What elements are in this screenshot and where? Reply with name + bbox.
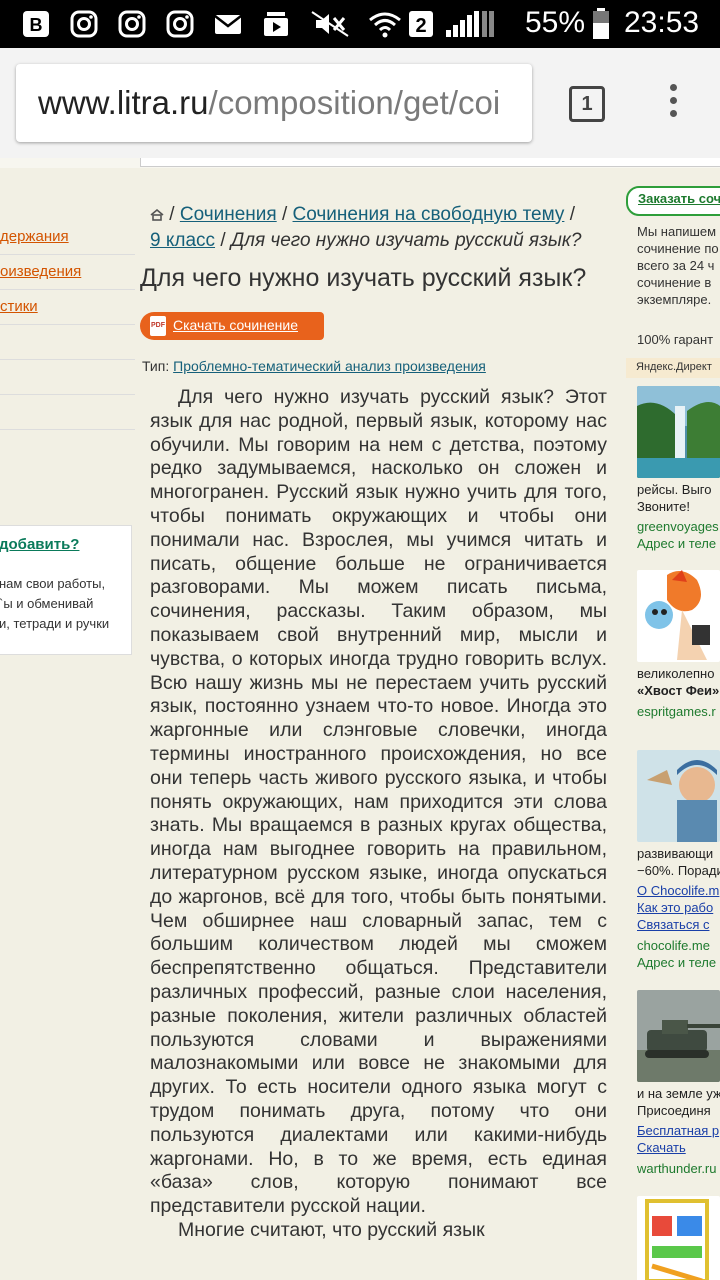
svg-text:2: 2 (415, 15, 426, 37)
ad-text: и на земле уж (637, 1086, 720, 1101)
ad-contact[interactable]: Адрес и теле (637, 536, 716, 551)
ad-domain[interactable]: greenvoyages (637, 519, 719, 534)
ad-child-image[interactable] (637, 750, 720, 842)
ad-playground-image[interactable] (637, 1196, 720, 1280)
ad-sitelink[interactable]: О Chocolife.m (637, 883, 719, 898)
ad-text: развивающи (637, 846, 714, 861)
url-host: www.litra.ru (38, 84, 209, 121)
download-essay-button[interactable]: PDF Скачать сочинение (140, 312, 324, 340)
sim-icon: 2 (409, 11, 433, 37)
promo-text: сочинение в (637, 275, 712, 290)
ad-text: рейсы. Выго (637, 482, 712, 497)
browser-toolbar: www.litra.ru/composition/get/coi 1 (0, 48, 720, 158)
url-text: www.litra.ru/composition/get/coi (38, 84, 500, 122)
promo-text: экземпляре. (637, 292, 712, 307)
guarantee-text: 100% гарант (637, 332, 714, 347)
left-nav-link[interactable]: стики (0, 290, 135, 325)
ad-sitelink[interactable]: Бесплатная р (637, 1123, 719, 1138)
mute-icon (311, 11, 349, 37)
overflow-menu-icon[interactable] (665, 84, 681, 124)
promo-text: сочинение по (637, 241, 719, 256)
ad-contact[interactable]: Адрес и теле (637, 955, 716, 970)
ad-sitelink[interactable]: Скачать (637, 1140, 686, 1155)
ad-tank-image[interactable] (637, 990, 720, 1082)
left-nav-divider (0, 360, 135, 395)
add-work-text: и, тетради и ручки (0, 616, 110, 631)
ad-domain[interactable]: espritgames.r (637, 704, 716, 719)
status-bar: В 2 55% 23:53 (0, 0, 720, 48)
yandex-direct-label: Яндекс.Директ (636, 361, 712, 373)
breadcrumb: / Сочинения / Сочинения на свободную тем… (150, 204, 582, 251)
essay-type-label: Тип: (142, 358, 170, 374)
signal-icon (446, 11, 494, 37)
instagram-icon (70, 10, 98, 38)
right-sidebar: Заказать сочи Мы напишем сочинение по вс… (626, 186, 720, 1280)
essay-type-link[interactable]: Проблемно-тематический анализ произведен… (173, 358, 486, 374)
ad-text: Присоединя (637, 1103, 711, 1118)
ad-anime-image[interactable] (637, 570, 720, 662)
pdf-icon: PDF (150, 316, 166, 336)
left-nav-link[interactable]: оизведения (0, 255, 135, 290)
media-icon (264, 12, 288, 36)
promo-text: Мы напишем (637, 224, 717, 239)
add-work-box: добавить? нам свои работы, `ы и обменива… (0, 525, 132, 655)
essay-text: Для чего нужно изучать русский язык? Это… (150, 386, 607, 1243)
tab-switcher-button[interactable]: 1 (569, 86, 605, 122)
clock: 23:53 (624, 6, 700, 39)
battery-icon (593, 8, 609, 39)
address-bar[interactable]: www.litra.ru/composition/get/coi (16, 64, 532, 142)
header-search-box[interactable] (140, 158, 720, 167)
ad-sitelink[interactable]: Связаться с (637, 917, 709, 932)
ad-domain[interactable]: chocolife.me (637, 938, 710, 953)
web-page: держания оизведения стики добавить? нам … (0, 158, 720, 1280)
mail-icon (214, 15, 242, 34)
add-work-link[interactable]: добавить? (0, 536, 79, 553)
left-nav-divider (0, 325, 135, 360)
breadcrumb-current: Для чего нужно изучать русский язык? (230, 230, 582, 251)
yandex-direct-header[interactable]: Яндекс.Директ (626, 358, 720, 378)
breadcrumb-link[interactable]: 9 класс (150, 230, 215, 251)
promo-text: всего за 24 ч (637, 258, 715, 273)
add-work-text: нам свои работы, (0, 576, 106, 591)
page-title: Для чего нужно изучать русский язык? (140, 264, 587, 292)
svg-text:В: В (30, 15, 43, 35)
ad-waterfall-image[interactable] (637, 386, 720, 478)
order-essay-label: Заказать сочи (638, 191, 720, 206)
add-work-text: `ы и обменивай (0, 596, 94, 611)
breadcrumb-link[interactable]: Сочинения (180, 204, 277, 225)
instagram-icon (166, 10, 194, 38)
ad-text: −60%. Поради (637, 863, 720, 878)
ad-domain[interactable]: warthunder.ru (637, 1161, 717, 1176)
battery-percent: 55% (525, 6, 586, 39)
essay-paragraph: Многие считают, что русский язык (178, 1218, 485, 1241)
wifi-icon (369, 12, 401, 38)
essay-paragraph: Для чего нужно изучать русский язык? Это… (150, 386, 607, 1218)
left-nav-divider (0, 395, 135, 430)
home-icon[interactable] (150, 208, 164, 221)
ad-text: великолепно (637, 666, 715, 681)
vk-icon: В (23, 11, 49, 37)
ad-text: Звоните! (637, 499, 690, 514)
essay-type: Тип: Проблемно-тематический анализ произ… (142, 358, 486, 374)
left-nav-link[interactable]: держания (0, 220, 135, 255)
download-essay-label: Скачать сочинение (173, 317, 298, 333)
breadcrumb-link[interactable]: Сочинения на свободную тему (293, 204, 565, 225)
url-path: /composition/get/coi (208, 84, 501, 121)
ad-sitelink[interactable]: Как это рабо (637, 900, 713, 915)
ad-title[interactable]: «Хвост Феи» (637, 683, 719, 698)
order-essay-button[interactable]: Заказать сочи (626, 186, 720, 216)
instagram-icon (118, 10, 146, 38)
